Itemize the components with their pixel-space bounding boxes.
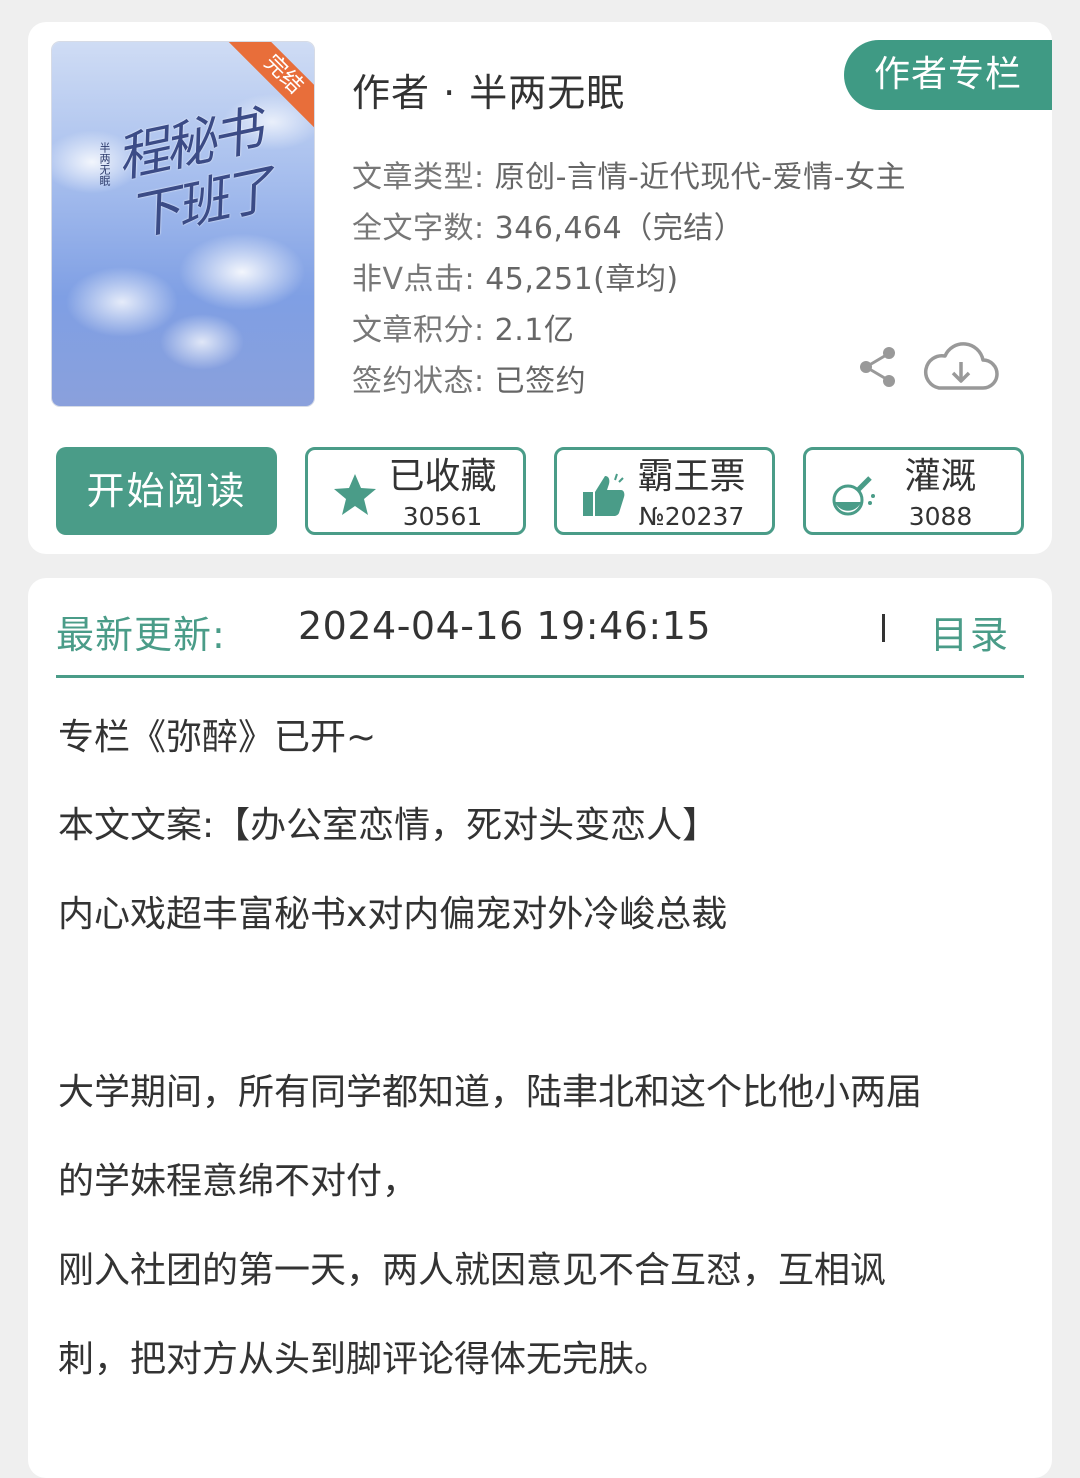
cover-author: 半两无眠	[98, 142, 111, 186]
status-ribbon: 完结	[224, 42, 314, 132]
meta-key: 文章积分:	[352, 313, 485, 348]
meta-key: 非V点击:	[352, 262, 476, 297]
author-column-button[interactable]: 作者专栏	[844, 40, 1052, 110]
synopsis-line: 内心戏超丰富秘书x对内偏宠对外冷峻总裁	[58, 894, 728, 935]
action-row: 开始阅读 已收藏 30561 霸王票 №20237 灌溉 3088	[56, 447, 1024, 535]
latest-update-time: 2024-04-16 19:46:15	[298, 604, 712, 648]
meta-key: 全文字数:	[352, 211, 485, 246]
meta-value: 2.1亿	[494, 313, 575, 348]
collect-label: 已收藏	[388, 456, 497, 497]
meta-value: 原创-言情-近代现代-爱情-女主	[494, 160, 906, 195]
synopsis-line: 本文文案:【办公室恋情，死对头变恋人】	[58, 805, 719, 846]
water-label: 灌溉	[904, 456, 977, 497]
meta-row-type: 文章类型: 原创-言情-近代现代-爱情-女主	[352, 152, 906, 203]
meta-value: 346,464（完结）	[494, 211, 745, 246]
meta-key: 签约状态:	[352, 364, 485, 399]
water-count: 3088	[908, 502, 973, 531]
vote-button[interactable]: 霸王票 №20237	[554, 447, 775, 535]
synopsis-line: 专栏《弥醉》已开~	[58, 717, 377, 758]
cloud-download-icon[interactable]	[921, 338, 1001, 398]
synopsis-line: 刚入社团的第一天，两人就因意见不合互怼，互相讽	[58, 1250, 887, 1291]
divider	[882, 614, 885, 642]
status-ribbon-label: 完结	[226, 42, 314, 132]
collect-count: 30561	[402, 502, 483, 531]
synopsis-line: 的学妹程意绵不对付，	[58, 1161, 419, 1202]
vote-count: №20237	[638, 502, 745, 531]
book-info-card: 半两无眠 程秘书下班了 完结 作者 · 半两无眠 作者专栏 文章类型: 原创-言…	[28, 22, 1052, 554]
book-cover[interactable]: 半两无眠 程秘书下班了 完结	[52, 42, 314, 406]
share-icon[interactable]	[856, 345, 900, 389]
start-reading-button[interactable]: 开始阅读	[56, 447, 277, 535]
book-meta-list: 文章类型: 原创-言情-近代现代-爱情-女主 全文字数: 346,464（完结）…	[352, 152, 906, 407]
meta-row-score: 文章积分: 2.1亿	[352, 305, 906, 356]
latest-update-label: 最新更新:	[56, 613, 226, 657]
collect-button[interactable]: 已收藏 30561	[305, 447, 526, 535]
latest-update-bar: 最新更新: 2024-04-16 19:46:15 目录	[56, 598, 1024, 678]
meta-row-contract: 签约状态: 已签约	[352, 356, 906, 407]
meta-row-clicks: 非V点击: 45,251(章均)	[352, 254, 906, 305]
vote-label: 霸王票	[637, 456, 746, 497]
water-button[interactable]: 灌溉 3088	[803, 447, 1024, 535]
author-name[interactable]: 作者 · 半两无眠	[352, 62, 625, 117]
table-of-contents-link[interactable]: 目录	[930, 604, 1010, 659]
meta-value: 45,251(章均)	[485, 262, 679, 297]
meta-value: 已签约	[494, 364, 587, 399]
meta-key: 文章类型:	[352, 160, 485, 195]
synopsis-line: 刺，把对方从头到脚评论得体无完肤。	[58, 1339, 671, 1380]
meta-row-wordcount: 全文字数: 346,464（完结）	[352, 203, 906, 254]
synopsis-line: 大学期间，所有同学都知道，陆聿北和这个比他小两届	[58, 1072, 923, 1113]
intro-card: 最新更新: 2024-04-16 19:46:15 目录 专栏《弥醉》已开~ 本…	[28, 578, 1052, 1478]
